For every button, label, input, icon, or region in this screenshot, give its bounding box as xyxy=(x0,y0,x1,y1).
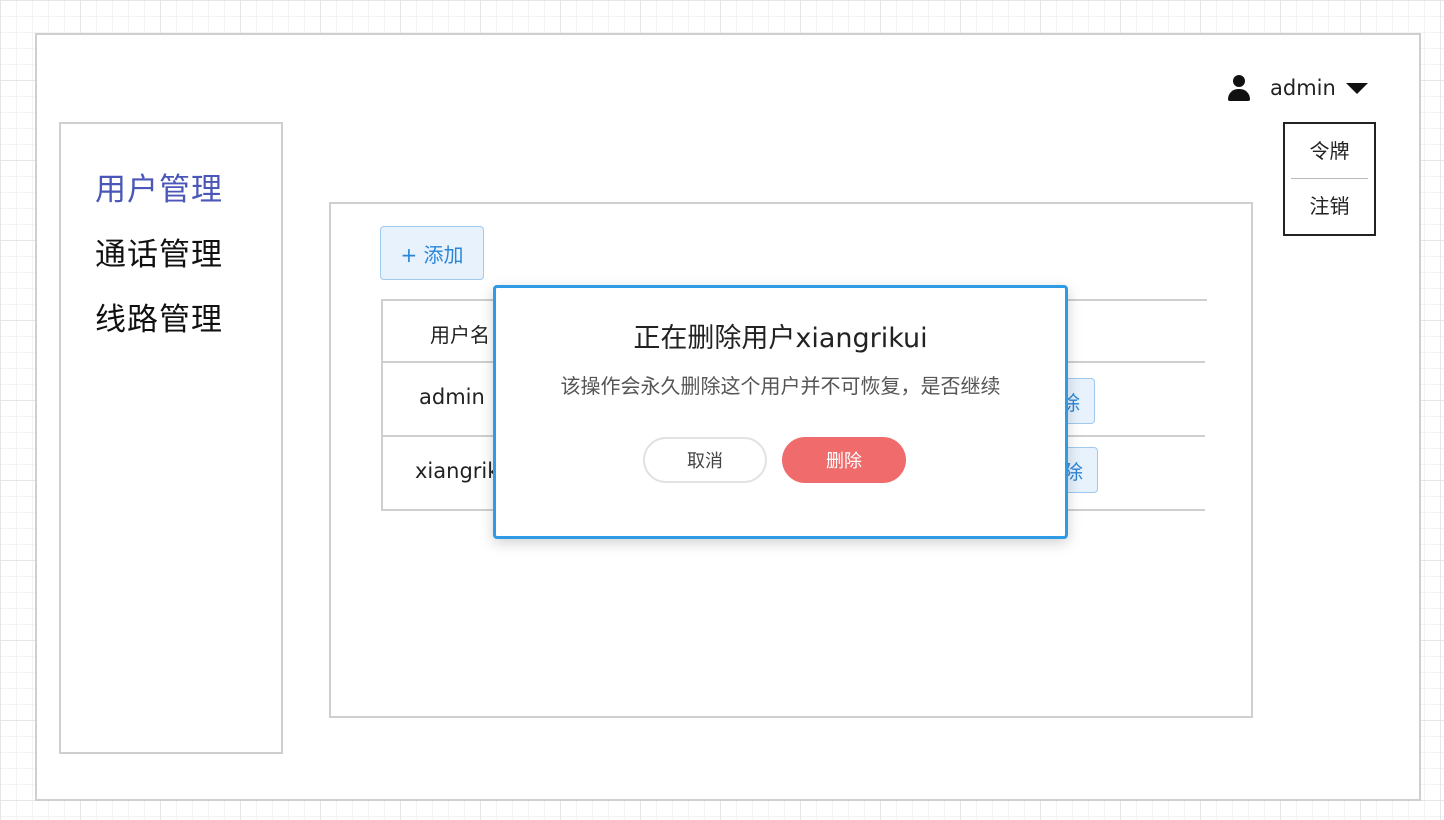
sidebar-item-user-management[interactable]: 用户管理 xyxy=(95,164,223,209)
user-menu[interactable]: admin xyxy=(1226,72,1368,104)
cancel-button[interactable]: 取消 xyxy=(643,437,767,483)
column-header-username: 用户名 xyxy=(430,323,490,347)
delete-button[interactable]: 删除 xyxy=(782,437,906,483)
dropdown-item-token[interactable]: 令牌 xyxy=(1285,124,1374,178)
sidebar: 用户管理 通话管理 线路管理 xyxy=(59,122,283,754)
table-border-left xyxy=(381,299,383,511)
user-name[interactable]: admin xyxy=(1270,76,1336,100)
delete-confirm-dialog: 正在删除用户xiangrikui 该操作会永久删除这个用户并不可恢复，是否继续 … xyxy=(493,285,1068,539)
user-icon xyxy=(1226,74,1252,102)
caret-down-icon[interactable] xyxy=(1345,82,1368,94)
add-button[interactable]: + 添加 xyxy=(380,226,484,280)
sidebar-item-call-management[interactable]: 通话管理 xyxy=(95,229,223,274)
user-dropdown: 令牌 注销 xyxy=(1283,122,1376,236)
dialog-title: 正在删除用户xiangrikui xyxy=(633,323,928,354)
sidebar-item-line-management[interactable]: 线路管理 xyxy=(95,294,223,339)
dialog-message: 该操作会永久删除这个用户并不可恢复，是否继续 xyxy=(560,374,1001,398)
table-cell-username: admin xyxy=(419,385,485,409)
dropdown-item-logout[interactable]: 注销 xyxy=(1285,179,1374,233)
